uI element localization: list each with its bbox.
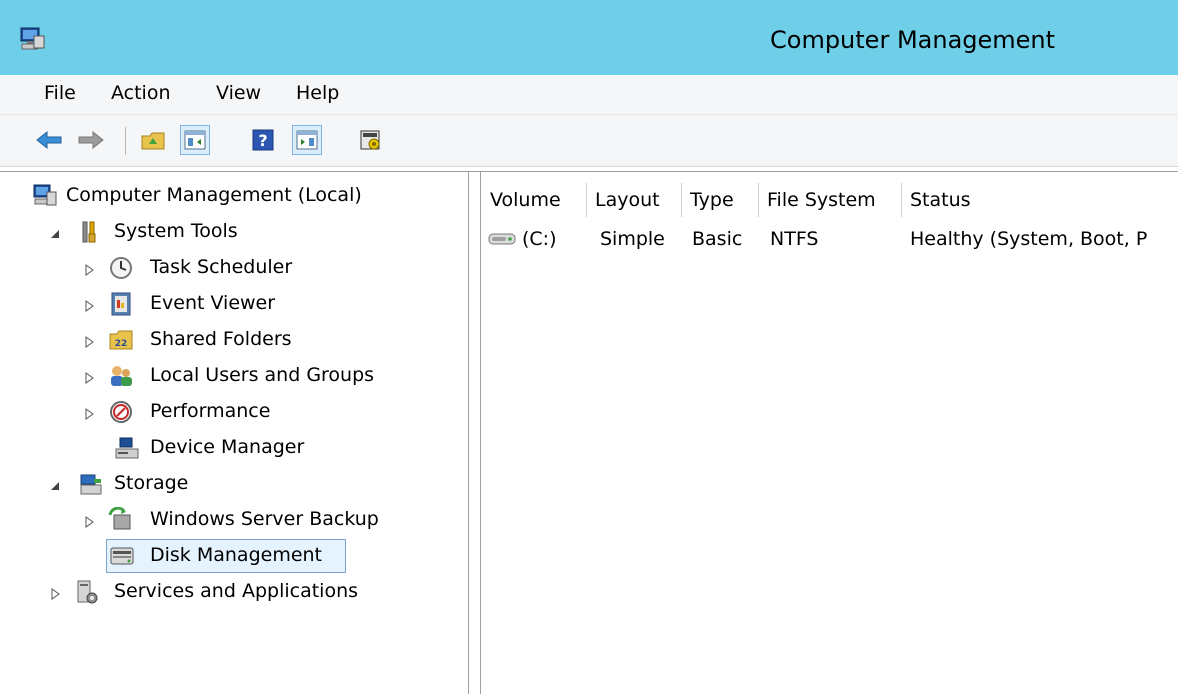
tree-label: Computer Management (Local) xyxy=(66,184,362,206)
console-tree[interactable]: Computer Management (Local) System Tools… xyxy=(0,175,468,694)
cell-status: Healthy (System, Boot, P xyxy=(910,228,1148,250)
volume-list[interactable]: Volume Layout Type File System Status (C… xyxy=(482,175,1178,694)
expand-triangle-icon[interactable] xyxy=(82,515,96,529)
device-manager-icon xyxy=(114,435,140,461)
show-hide-tree-icon[interactable] xyxy=(180,125,210,155)
column-header-status[interactable]: Status xyxy=(902,183,1178,217)
tree-label: Disk Management xyxy=(150,544,323,566)
tree-label: Event Viewer xyxy=(150,292,276,314)
disk-icon xyxy=(109,543,135,569)
tree-item-event-viewer[interactable]: Event Viewer xyxy=(0,287,468,321)
tree-label: Shared Folders xyxy=(150,328,292,350)
expand-triangle-icon[interactable] xyxy=(82,263,96,277)
tree-item-disk-management[interactable]: Disk Management xyxy=(106,539,346,573)
shared-folder-icon: 22 xyxy=(108,327,134,353)
show-hide-action-pane-icon[interactable] xyxy=(292,125,322,155)
help-icon[interactable]: ? xyxy=(248,125,278,155)
collapse-triangle-icon[interactable] xyxy=(48,227,62,241)
title-bar[interactable]: Computer Management xyxy=(0,0,1178,75)
cell-file-system: NTFS xyxy=(770,228,819,250)
clock-icon xyxy=(108,255,134,281)
toolbar-separator xyxy=(125,127,126,155)
expand-triangle-icon[interactable] xyxy=(82,299,96,313)
tree-item-storage[interactable]: Storage xyxy=(0,467,468,501)
users-icon xyxy=(108,363,134,389)
tree-item-root[interactable]: Computer Management (Local) xyxy=(0,179,468,213)
tree-item-local-users-and-groups[interactable]: Local Users and Groups xyxy=(0,359,468,393)
column-header-file-system[interactable]: File System xyxy=(759,183,902,217)
tree-label: Windows Server Backup xyxy=(150,508,379,530)
event-viewer-icon xyxy=(108,291,134,317)
tools-icon xyxy=(78,219,104,245)
backup-icon xyxy=(108,506,134,533)
tree-label: Task Scheduler xyxy=(150,256,293,278)
menu-view[interactable]: View xyxy=(212,82,265,104)
tree-item-device-manager[interactable]: Device Manager xyxy=(0,431,468,465)
services-icon xyxy=(74,579,100,605)
menu-file[interactable]: File xyxy=(40,82,80,104)
menu-help[interactable]: Help xyxy=(292,82,343,104)
column-header-layout[interactable]: Layout xyxy=(587,183,682,217)
column-header-volume[interactable]: Volume xyxy=(482,183,587,217)
expand-triangle-icon[interactable] xyxy=(48,587,62,601)
expand-triangle-icon[interactable] xyxy=(82,407,96,421)
expand-triangle-icon[interactable] xyxy=(82,335,96,349)
tree-item-task-scheduler[interactable]: Task Scheduler xyxy=(0,251,468,285)
computer-management-icon xyxy=(32,183,58,209)
performance-icon xyxy=(108,399,134,425)
tree-label: Storage xyxy=(114,472,189,494)
tree-label: Local Users and Groups xyxy=(150,364,375,386)
forward-arrow-icon[interactable] xyxy=(76,125,106,155)
svg-text:22: 22 xyxy=(115,339,128,349)
tree-label: System Tools xyxy=(114,220,238,242)
tree-pane-right-border xyxy=(468,171,469,694)
back-arrow-icon[interactable] xyxy=(34,125,64,155)
window-title: Computer Management xyxy=(770,26,1056,54)
cell-layout: Simple xyxy=(600,228,665,250)
tree-label: Performance xyxy=(150,400,271,422)
svg-text:?: ? xyxy=(258,131,267,150)
tree-label: Services and Applications xyxy=(114,580,359,602)
up-folder-icon[interactable] xyxy=(138,125,168,155)
properties-icon[interactable] xyxy=(356,125,386,155)
computer-management-icon xyxy=(18,26,46,52)
tree-label: Device Manager xyxy=(150,436,305,458)
tree-item-services-and-applications[interactable]: Services and Applications xyxy=(0,575,468,609)
drive-icon xyxy=(488,230,516,252)
pane-top-border xyxy=(0,171,1178,172)
tree-item-windows-server-backup[interactable]: Windows Server Backup xyxy=(0,503,468,537)
tree-item-system-tools[interactable]: System Tools xyxy=(0,215,468,249)
collapse-triangle-icon[interactable] xyxy=(48,479,62,493)
list-pane-left-border xyxy=(480,171,481,694)
cell-type: Basic xyxy=(692,228,743,250)
menu-action[interactable]: Action xyxy=(107,82,175,104)
tree-item-performance[interactable]: Performance xyxy=(0,395,468,429)
cell-volume: (C:) xyxy=(522,228,557,250)
menu-bar: File Action View Help xyxy=(0,75,1178,115)
column-header-type[interactable]: Type xyxy=(682,183,759,217)
toolbar: ? xyxy=(0,115,1178,167)
storage-icon xyxy=(78,471,104,497)
tree-item-shared-folders[interactable]: 22 Shared Folders xyxy=(0,323,468,357)
expand-triangle-icon[interactable] xyxy=(82,371,96,385)
